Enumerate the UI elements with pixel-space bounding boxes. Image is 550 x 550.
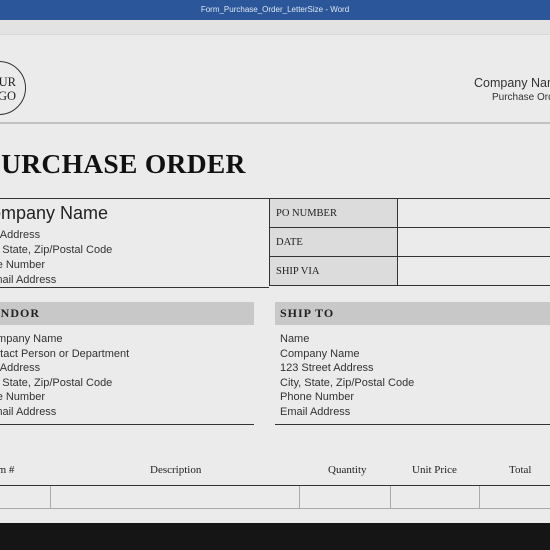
document-page[interactable]: UR GO Company Name Purchase Order PURCHA… [0, 20, 550, 523]
header-divider [0, 122, 550, 124]
items-column-description: Description [150, 464, 202, 476]
logo-placeholder[interactable]: UR GO [0, 61, 26, 115]
window-title-bar: Form_Purchase_Order_LetterSize - Word [0, 0, 550, 20]
logo-text-line-2: GO [0, 89, 16, 103]
items-column-quantity: Quantity [328, 464, 367, 476]
ship-to-company-name[interactable]: Company Name [280, 348, 359, 360]
taskbar [0, 523, 550, 550]
order-info-table: PO NUMBER DATE SHIP VIA [269, 198, 550, 286]
company-street[interactable]: Street Address [0, 229, 40, 241]
company-phone[interactable]: Phone Number [0, 259, 45, 271]
items-column-divider [390, 486, 391, 508]
document-title[interactable]: PURCHASE ORDER [0, 148, 246, 180]
vendor-section-bottom-rule [0, 424, 254, 425]
ship-via-label: SHIP VIA [269, 256, 398, 286]
header-company-name[interactable]: Company Name [474, 76, 550, 90]
ship-to-email[interactable]: Email Address [280, 406, 350, 418]
ship-to-city-state[interactable]: City, State, Zip/Postal Code [280, 377, 414, 389]
info-row-ship-via: SHIP VIA [269, 256, 550, 286]
company-email[interactable]: Email Address [0, 274, 56, 286]
po-number-value[interactable] [397, 198, 550, 228]
ship-to-heading: SHIP TO [280, 306, 335, 320]
company-info-block[interactable]: Company Name Street Address City, State,… [0, 198, 269, 288]
items-column-unit-price: Unit Price [412, 464, 457, 476]
items-column-total: Total [509, 464, 532, 476]
vendor-company-name[interactable]: Company Name [0, 333, 62, 345]
items-column-item-number: Item # [0, 464, 15, 476]
date-label: DATE [269, 227, 398, 257]
po-number-label: PO NUMBER [269, 198, 398, 228]
vendor-email[interactable]: Email Address [0, 406, 56, 418]
ship-to-section-bottom-rule [275, 424, 550, 425]
header-document-label[interactable]: Purchase Order [492, 92, 550, 103]
info-row-po-number: PO NUMBER [269, 198, 550, 228]
vendor-phone[interactable]: Phone Number [0, 391, 45, 403]
ship-to-phone[interactable]: Phone Number [280, 391, 354, 403]
items-column-divider [299, 486, 300, 508]
vendor-heading: VENDOR [0, 306, 41, 320]
items-column-divider [50, 486, 51, 508]
vendor-city-state[interactable]: City, State, Zip/Postal Code [0, 377, 112, 389]
logo-text-line-1: UR [0, 75, 16, 89]
ship-to-name[interactable]: Name [280, 333, 309, 345]
vendor-section-header: VENDOR [0, 302, 254, 325]
ship-to-section-header: SHIP TO [275, 302, 550, 325]
items-column-divider [479, 486, 480, 508]
window-title: Form_Purchase_Order_LetterSize - Word [200, 5, 350, 14]
items-table-row[interactable] [0, 486, 550, 509]
info-row-date: DATE [269, 227, 550, 257]
vendor-street[interactable]: Street Address [0, 362, 40, 374]
company-name[interactable]: Company Name [0, 203, 108, 224]
company-city-state[interactable]: City, State, Zip/Postal Code [0, 244, 112, 256]
date-value[interactable] [397, 227, 550, 257]
vendor-contact[interactable]: Contact Person or Department [0, 348, 129, 360]
ship-via-value[interactable] [397, 256, 550, 286]
ship-to-street[interactable]: 123 Street Address [280, 362, 374, 374]
page-top-margin [0, 20, 550, 35]
